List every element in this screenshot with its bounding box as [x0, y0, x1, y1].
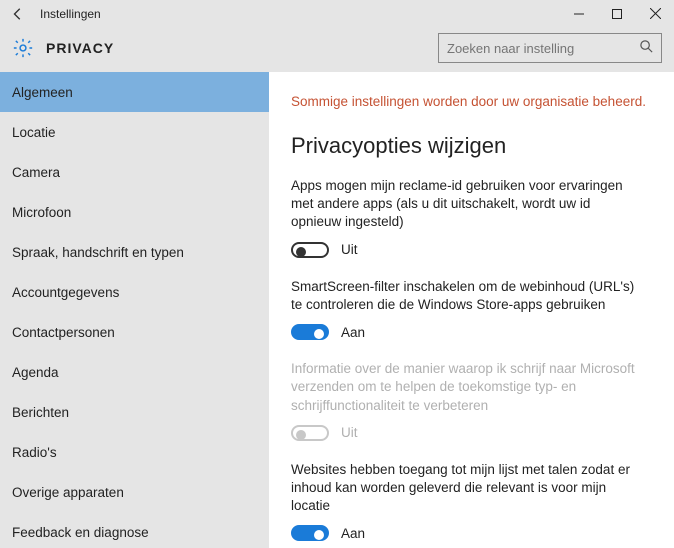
- settings-gear-icon: [12, 37, 34, 59]
- setting-1: SmartScreen-filter inschakelen om de web…: [291, 278, 654, 340]
- search-icon[interactable]: [639, 39, 654, 59]
- setting-0: Apps mogen mijn reclame-id gebruiken voo…: [291, 177, 654, 258]
- search-input[interactable]: [438, 33, 662, 63]
- sidebar-item-radio-s[interactable]: Radio's: [0, 432, 269, 472]
- sidebar-item-overige-apparaten[interactable]: Overige apparaten: [0, 472, 269, 512]
- sidebar-item-accountgegevens[interactable]: Accountgegevens: [0, 272, 269, 312]
- setting-3: Websites hebben toegang tot mijn lijst m…: [291, 461, 654, 542]
- org-managed-notice: Sommige instellingen worden door uw orga…: [291, 94, 654, 109]
- setting-2: Informatie over de manier waarop ik schr…: [291, 360, 654, 441]
- maximize-button[interactable]: [598, 0, 636, 28]
- sidebar-item-locatie[interactable]: Locatie: [0, 112, 269, 152]
- search-wrap: [438, 33, 662, 63]
- setting-label: Informatie over de manier waarop ik schr…: [291, 360, 641, 415]
- toggle-row: Aan: [291, 324, 654, 340]
- sidebar-item-camera[interactable]: Camera: [0, 152, 269, 192]
- sidebar-item-agenda[interactable]: Agenda: [0, 352, 269, 392]
- toggle-row: Aan: [291, 525, 654, 541]
- back-button[interactable]: [0, 7, 36, 21]
- sidebar-item-contactpersonen[interactable]: Contactpersonen: [0, 312, 269, 352]
- setting-label: SmartScreen-filter inschakelen om de web…: [291, 278, 641, 314]
- toggle-switch: [291, 425, 329, 441]
- sidebar: AlgemeenLocatieCameraMicrofoonSpraak, ha…: [0, 72, 269, 548]
- header: PRIVACY: [0, 28, 674, 72]
- toggle-switch[interactable]: [291, 324, 329, 340]
- toggle-state-text: Uit: [341, 425, 358, 440]
- content-area: Sommige instellingen worden door uw orga…: [269, 72, 674, 548]
- toggle-state-text: Aan: [341, 526, 365, 541]
- sidebar-item-microfoon[interactable]: Microfoon: [0, 192, 269, 232]
- toggle-switch[interactable]: [291, 525, 329, 541]
- toggle-state-text: Uit: [341, 242, 358, 257]
- titlebar: Instellingen: [0, 0, 674, 28]
- sidebar-item-spraak-handschrift-en-typen[interactable]: Spraak, handschrift en typen: [0, 232, 269, 272]
- sidebar-item-feedback-en-diagnose[interactable]: Feedback en diagnose: [0, 512, 269, 548]
- toggle-state-text: Aan: [341, 325, 365, 340]
- sidebar-item-berichten[interactable]: Berichten: [0, 392, 269, 432]
- close-button[interactable]: [636, 0, 674, 28]
- setting-label: Apps mogen mijn reclame-id gebruiken voo…: [291, 177, 641, 232]
- toggle-row: Uit: [291, 242, 654, 258]
- toggle-row: Uit: [291, 425, 654, 441]
- minimize-button[interactable]: [560, 0, 598, 28]
- section-heading: Privacyopties wijzigen: [291, 133, 654, 159]
- window-title: Instellingen: [40, 7, 101, 21]
- sidebar-item-algemeen[interactable]: Algemeen: [0, 72, 269, 112]
- page-title: PRIVACY: [46, 40, 114, 56]
- setting-label: Websites hebben toegang tot mijn lijst m…: [291, 461, 641, 516]
- toggle-switch[interactable]: [291, 242, 329, 258]
